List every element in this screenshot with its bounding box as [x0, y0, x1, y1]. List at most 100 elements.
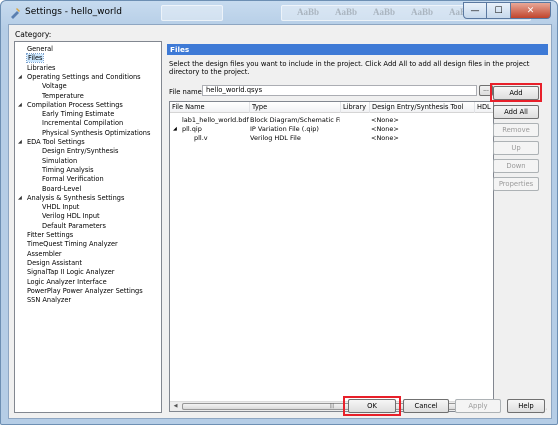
table-row[interactable]: ◢ pll.qip IP Variation File (.qip) <None>: [170, 125, 493, 134]
tree-item-label: Physical Synthesis Optimizations: [42, 128, 151, 137]
minimize-button[interactable]: —: [463, 2, 487, 19]
tree-item-label: TimeQuest Timing Analyzer: [27, 240, 118, 249]
tree-item[interactable]: ◢ Analysis & Synthesis Settings: [18, 194, 124, 203]
tree-item[interactable]: Formal Verification: [29, 175, 104, 184]
tree-item-label: Fitter Settings: [27, 231, 74, 239]
tree-item[interactable]: SSN Analyzer: [19, 296, 71, 305]
tree-item-label: Logic Analyzer Interface: [27, 277, 107, 286]
column-header-library[interactable]: Library: [341, 102, 370, 113]
cancel-button[interactable]: Cancel: [403, 399, 449, 413]
scroll-left-icon[interactable]: ◀: [170, 402, 181, 411]
tree-item[interactable]: General: [19, 45, 53, 54]
tree-item[interactable]: Libraries: [19, 64, 55, 73]
tree-item[interactable]: SignalTap II Logic Analyzer: [19, 268, 115, 277]
background-ribbon-ghost: [161, 5, 223, 21]
tree-item[interactable]: Board-Level: [29, 185, 81, 194]
maximize-icon: ☐: [494, 5, 503, 16]
apply-button[interactable]: Apply: [455, 399, 501, 413]
table-row[interactable]: pll.v Verilog HDL File <None>: [170, 134, 493, 143]
tree-item[interactable]: Files: [19, 53, 45, 64]
column-header-hdl[interactable]: HDL: [475, 102, 493, 113]
category-tree[interactable]: General Files Libraries ◢ Operating Settings…: [14, 41, 162, 413]
tree-item[interactable]: Timing Analysis: [29, 166, 94, 175]
tree-item-label: Simulation: [42, 156, 78, 165]
tree-item[interactable]: Fitter Settings: [19, 231, 73, 240]
tree-item[interactable]: PowerPlay Power Analyzer Settings: [19, 287, 143, 296]
table-header: File Name Type Library Design Entry/Synt…: [170, 102, 493, 113]
tree-item-label: VHDL Input: [42, 203, 80, 212]
cell-file-name: lab1_hello_world.bdf: [182, 116, 249, 124]
tree-item[interactable]: Simulation: [29, 157, 77, 166]
tree-item[interactable]: Physical Synthesis Optimizations: [29, 129, 150, 138]
tree-item[interactable]: ◢ EDA Tool Settings: [18, 138, 85, 147]
ok-button[interactable]: OK: [348, 399, 396, 413]
tree-item-label: Libraries: [27, 63, 56, 72]
tree-item[interactable]: VHDL Input: [29, 203, 79, 212]
tree-item[interactable]: Default Parameters: [29, 222, 106, 231]
tree-item[interactable]: Design Assistant: [19, 259, 82, 268]
maximize-button[interactable]: ☐: [487, 2, 511, 19]
files-table[interactable]: File Name Type Library Design Entry/Synt…: [169, 101, 494, 412]
style-preview-ghost: AaBb: [411, 7, 434, 17]
cell-file-name: pll.qip: [182, 125, 202, 133]
cell-tool: <None>: [371, 134, 399, 142]
cell-library: [342, 116, 370, 125]
cell-library: [342, 125, 370, 134]
column-header-tool[interactable]: Design Entry/Synthesis Tool: [370, 102, 475, 113]
panel-title: Files: [167, 44, 548, 55]
category-label: Category:: [15, 30, 52, 39]
tree-item-label: PowerPlay Power Analyzer Settings: [27, 286, 143, 295]
style-preview-ghost: AaBb: [373, 7, 396, 17]
cell-library: [342, 134, 370, 143]
remove-button[interactable]: Remove: [493, 123, 539, 137]
scroll-grip-icon: |||: [329, 403, 335, 409]
tree-item-label: SSN Analyzer: [27, 296, 72, 305]
properties-button[interactable]: Properties: [493, 177, 539, 191]
tree-item[interactable]: ◢ Operating Settings and Conditions: [18, 73, 141, 82]
tree-item[interactable]: Early Timing Estimate: [29, 110, 114, 119]
tree-item[interactable]: Temperature: [29, 92, 84, 101]
window-title: Settings - hello_world: [25, 7, 122, 17]
expand-arrow-icon[interactable]: ◢: [173, 125, 177, 134]
expand-arrow-icon[interactable]: ◢: [18, 101, 22, 110]
expand-arrow-icon[interactable]: ◢: [18, 73, 22, 82]
column-header-file-name[interactable]: File Name: [170, 102, 250, 113]
expand-arrow-icon[interactable]: ◢: [18, 138, 22, 147]
minimize-icon: —: [470, 5, 480, 16]
tree-item-label: SignalTap II Logic Analyzer: [27, 268, 115, 277]
cell-type: Block Diagram/Schematic File: [250, 116, 340, 124]
tree-item[interactable]: Voltage: [29, 82, 67, 91]
tree-item-label: Files: [25, 53, 45, 64]
cell-type: Verilog HDL File: [250, 134, 301, 142]
table-row[interactable]: lab1_hello_world.bdf Block Diagram/Schema…: [170, 116, 493, 125]
style-preview-ghost: AaBb: [297, 7, 320, 17]
tree-item-label: Design Assistant: [27, 258, 82, 267]
column-header-type[interactable]: Type: [250, 102, 341, 113]
cell-tool: <None>: [371, 125, 399, 133]
tree-item[interactable]: TimeQuest Timing Analyzer: [19, 240, 118, 249]
tree-item[interactable]: Incremental Compilation: [29, 119, 123, 128]
add-button[interactable]: Add: [493, 86, 539, 100]
tree-item[interactable]: Design Entry/Synthesis: [29, 147, 118, 156]
tree-item-label: Assembler: [27, 249, 62, 258]
dialog-client-area: Category: General Files Libraries ◢ Operatin…: [8, 24, 552, 419]
settings-app-icon: [11, 8, 20, 19]
title-bar[interactable]: Settings - hello_world AaBb AaBb AaBb Aa…: [1, 1, 557, 25]
cell-type: IP Variation File (.qip): [250, 125, 319, 133]
tree-item-label: Board-Level: [42, 184, 82, 193]
close-button[interactable]: ✕: [511, 2, 551, 19]
tree-item[interactable]: Verilog HDL Input: [29, 212, 100, 221]
down-button[interactable]: Down: [493, 159, 539, 173]
close-icon: ✕: [526, 5, 535, 16]
tree-item[interactable]: Logic Analyzer Interface: [19, 278, 107, 287]
tree-item[interactable]: Assembler: [19, 250, 62, 259]
tree-item[interactable]: ◢ Compilation Process Settings: [18, 101, 123, 110]
cell-tool: <None>: [371, 116, 399, 124]
expand-arrow-icon[interactable]: ◢: [18, 194, 22, 203]
resize-grip-icon[interactable]: ⋰: [541, 408, 549, 416]
help-button[interactable]: Help: [507, 399, 545, 413]
up-button[interactable]: Up: [493, 141, 539, 155]
add-all-button[interactable]: Add All: [493, 105, 539, 119]
file-name-input[interactable]: hello_world.qsys: [202, 85, 477, 96]
tree-item-label: EDA Tool Settings: [27, 138, 85, 146]
